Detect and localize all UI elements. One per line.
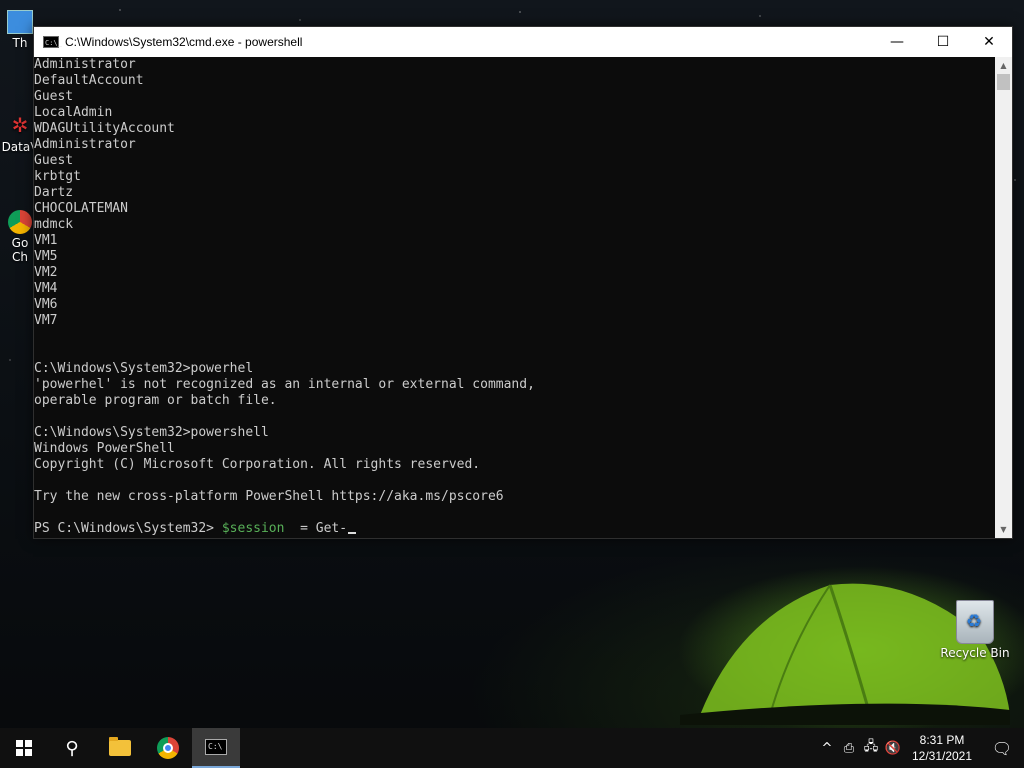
prompt-prefix: PS C:\Windows\System32> [34,521,222,536]
folder-icon [109,737,131,756]
maximize-button[interactable]: ☐ [920,27,966,57]
console-line: VM4 [34,281,58,296]
console-line: VM1 [34,233,58,248]
start-button[interactable] [0,728,48,768]
console-line: operable program or batch file. [34,393,277,408]
chrome-icon [8,210,32,234]
chrome-icon [157,737,179,759]
caption-buttons: — ☐ ✕ [874,27,1012,57]
windows-logo-icon [16,740,32,756]
console-line: Administrator [34,57,136,72]
console-line: krbtgt [34,169,81,184]
close-button[interactable]: ✕ [966,27,1012,57]
action-center-icon[interactable]: 🗨 [980,739,1024,758]
console-line: VM6 [34,297,58,312]
taskbar-file-explorer[interactable] [96,728,144,768]
window-title: C:\Windows\System32\cmd.exe - powershell [65,35,303,49]
console-line: VM7 [34,313,58,328]
console-line: LocalAdmin [34,105,113,120]
clock-time: 8:31 PM [919,733,965,747]
console-line: Administrator [34,137,136,152]
vertical-scrollbar[interactable]: ▲ ▼ [995,57,1012,538]
show-hidden-icons-chevron-icon[interactable]: ^ [816,741,838,756]
console-line: VM2 [34,265,58,280]
security-center-icon[interactable]: ⎙ [838,741,860,756]
volume-muted-icon[interactable]: 🔇 [882,741,904,756]
taskbar-cmd[interactable]: C:\ [192,728,240,768]
console-line: Dartz [34,185,74,200]
recycle-bin-label: Recycle Bin [940,646,1010,660]
search-button[interactable]: ⚲ [48,728,96,768]
console-line: Windows PowerShell [34,441,175,456]
scroll-up-icon[interactable]: ▲ [995,57,1012,74]
desktop-icon-recycle-bin[interactable]: Recycle Bin [940,600,1010,660]
cmd-window[interactable]: C:\_ C:\Windows\System32\cmd.exe - power… [33,26,1013,539]
console-line: WDAGUtilityAccount [34,121,175,136]
scrollbar-thumb[interactable] [997,74,1010,90]
prompt-variable: $session [221,521,285,536]
text-cursor [348,532,357,534]
system-tray: ^ ⎙ 🖧 🔇 8:31 PM 12/31/2021 🗨 [816,728,1024,768]
search-icon: ⚲ [65,737,79,759]
console-line: Try the new cross-platform PowerShell ht… [34,489,504,504]
console-line: C:\Windows\System32>powershell [34,425,269,440]
scroll-down-icon[interactable]: ▼ [995,521,1012,538]
taskbar: ⚲ C:\ ^ ⎙ 🖧 🔇 8:31 PM 12/31/2021 🗨 [0,728,1024,768]
pc-icon [7,10,33,34]
console-line: VM5 [34,249,58,264]
clock[interactable]: 8:31 PM 12/31/2021 [904,732,980,764]
console-line: 'powerhel' is not recognized as an inter… [34,377,535,392]
console-line: CHOCOLATEMAN [34,201,128,216]
console-line: DefaultAccount [34,73,144,88]
clock-date: 12/31/2021 [911,749,973,763]
app-shortcut-icon: ✲ [11,113,29,137]
console-line: mdmck [34,217,74,232]
cmd-icon: C:\ [205,739,227,755]
network-icon[interactable]: 🖧 [860,737,882,759]
minimize-button[interactable]: — [874,27,920,57]
window-titlebar[interactable]: C:\_ C:\Windows\System32\cmd.exe - power… [34,27,1012,57]
console-line: Copyright (C) Microsoft Corporation. All… [34,457,481,472]
cmd-icon[interactable]: C:\_ [43,36,62,48]
taskbar-chrome[interactable] [144,728,192,768]
console-line: Guest [34,153,74,168]
recycle-bin-icon [956,600,994,644]
prompt-input[interactable]: = Get- [284,521,347,536]
console-line: C:\Windows\System32>powerhel [34,361,254,376]
console-line: Guest [34,89,74,104]
prompt-line[interactable]: PS C:\Windows\System32> $session = Get- [34,521,995,537]
console-output[interactable]: Administrator DefaultAccount Guest LocalAdm… [34,57,995,538]
